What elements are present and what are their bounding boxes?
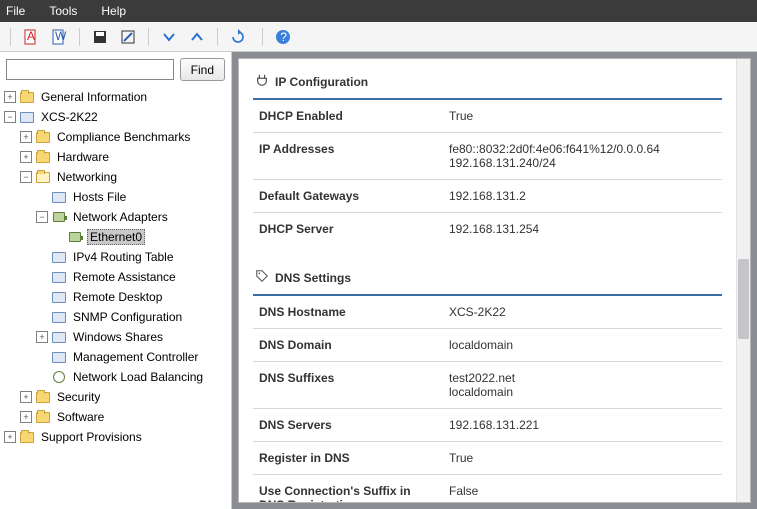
tree-support-provisions[interactable]: Support Provisions	[39, 430, 144, 444]
tree-remote-desktop[interactable]: Remote Desktop	[71, 290, 164, 304]
label-register-in-dns: Register in DNS	[253, 442, 443, 474]
svg-text:W: W	[55, 29, 67, 43]
label-dns-suffixes: DNS Suffixes	[253, 362, 443, 408]
detail-panel: IP Configuration DHCP EnabledTrue IP Add…	[238, 58, 751, 503]
remote-assist-icon	[51, 269, 67, 285]
nlb-icon	[51, 369, 67, 385]
chevron-up-icon[interactable]	[187, 27, 207, 47]
tree-host[interactable]: XCS-2K22	[39, 110, 100, 124]
vertical-scrollbar[interactable]	[736, 59, 750, 502]
tree-compliance[interactable]: Compliance Benchmarks	[55, 130, 192, 144]
find-button[interactable]: Find	[180, 58, 225, 81]
value-register-in-dns: True	[443, 442, 722, 474]
folder-icon	[35, 129, 51, 145]
tree-general-information[interactable]: General Information	[39, 90, 149, 104]
chevron-down-icon[interactable]	[159, 27, 179, 47]
docx-export-icon[interactable]: W	[49, 27, 69, 47]
nav-tree[interactable]: +General Information −XCS-2K22 +Complian…	[0, 85, 231, 509]
tree-snmp[interactable]: SNMP Configuration	[71, 310, 184, 324]
edit-icon[interactable]	[118, 27, 138, 47]
tree-hosts-file[interactable]: Hosts File	[71, 190, 128, 204]
menu-tools[interactable]: Tools	[49, 4, 77, 18]
tree-nlb[interactable]: Network Load Balancing	[71, 370, 205, 384]
remote-desktop-icon	[51, 289, 67, 305]
tree-ethernet0[interactable]: Ethernet0	[87, 229, 145, 245]
content-area: IP Configuration DHCP EnabledTrue IP Add…	[232, 52, 757, 509]
folder-icon	[19, 429, 35, 445]
routing-icon	[51, 249, 67, 265]
folder-icon	[35, 409, 51, 425]
tag-icon	[255, 269, 269, 286]
menu-bar: File Tools Help	[0, 0, 757, 22]
help-icon[interactable]: ?	[273, 27, 293, 47]
tree-ipv4-routing[interactable]: IPv4 Routing Table	[71, 250, 176, 264]
folder-icon	[35, 389, 51, 405]
folder-icon	[35, 149, 51, 165]
tree-management-controller[interactable]: Management Controller	[71, 350, 200, 364]
tree-windows-shares[interactable]: Windows Shares	[71, 330, 165, 344]
controller-icon	[51, 349, 67, 365]
label-dns-hostname: DNS Hostname	[253, 296, 443, 328]
shares-icon	[51, 329, 67, 345]
value-dhcp-server: 192.168.131.254	[443, 213, 722, 245]
left-pane: Find +General Information −XCS-2K22 +Com…	[0, 52, 232, 509]
adapter-icon	[67, 229, 83, 245]
refresh-icon[interactable]	[228, 27, 248, 47]
value-dns-hostname: XCS-2K22	[443, 296, 722, 328]
label-conn-suffix-dns: Use Connection's Suffix in DNS Registrat…	[253, 475, 443, 502]
value-dhcp-enabled: True	[443, 100, 722, 132]
adapter-icon	[51, 209, 67, 225]
section-title: IP Configuration	[275, 75, 368, 89]
folder-open-icon	[35, 169, 51, 185]
section-dns-settings: DNS Settings DNS HostnameXCS-2K22 DNS Do…	[253, 263, 722, 502]
folder-icon	[19, 89, 35, 105]
scroll-thumb[interactable]	[738, 259, 749, 339]
label-dns-domain: DNS Domain	[253, 329, 443, 361]
svg-text:A: A	[27, 29, 35, 43]
menu-file[interactable]: File	[6, 4, 25, 18]
tree-software[interactable]: Software	[55, 410, 106, 424]
value-dns-servers: 192.168.131.221	[443, 409, 722, 441]
label-dhcp-enabled: DHCP Enabled	[253, 100, 443, 132]
tree-hardware[interactable]: Hardware	[55, 150, 111, 164]
section-ip-configuration: IP Configuration DHCP EnabledTrue IP Add…	[253, 67, 722, 245]
pdf-export-icon[interactable]: A	[21, 27, 41, 47]
tree-remote-assistance[interactable]: Remote Assistance	[71, 270, 178, 284]
snmp-icon	[51, 309, 67, 325]
toolbar: A W ?	[0, 22, 757, 52]
value-dns-suffixes: test2022.net localdomain	[443, 362, 722, 408]
label-default-gateways: Default Gateways	[253, 180, 443, 212]
value-default-gateways: 192.168.131.2	[443, 180, 722, 212]
host-icon	[19, 109, 35, 125]
tree-network-adapters[interactable]: Network Adapters	[71, 210, 170, 224]
search-input[interactable]	[6, 59, 174, 80]
tree-networking[interactable]: Networking	[55, 170, 119, 184]
label-ip-addresses: IP Addresses	[253, 133, 443, 179]
section-title: DNS Settings	[275, 271, 351, 285]
label-dns-servers: DNS Servers	[253, 409, 443, 441]
label-dhcp-server: DHCP Server	[253, 213, 443, 245]
file-icon	[51, 189, 67, 205]
value-conn-suffix-dns: False	[443, 475, 722, 502]
tree-security[interactable]: Security	[55, 390, 102, 404]
svg-text:?: ?	[280, 30, 287, 44]
value-dns-domain: localdomain	[443, 329, 722, 361]
menu-help[interactable]: Help	[101, 4, 126, 18]
save-icon[interactable]	[90, 27, 110, 47]
value-ip-addresses: fe80::8032:2d0f:4e06:f641%12/0.0.0.64 19…	[443, 133, 722, 179]
plug-icon	[255, 73, 269, 90]
